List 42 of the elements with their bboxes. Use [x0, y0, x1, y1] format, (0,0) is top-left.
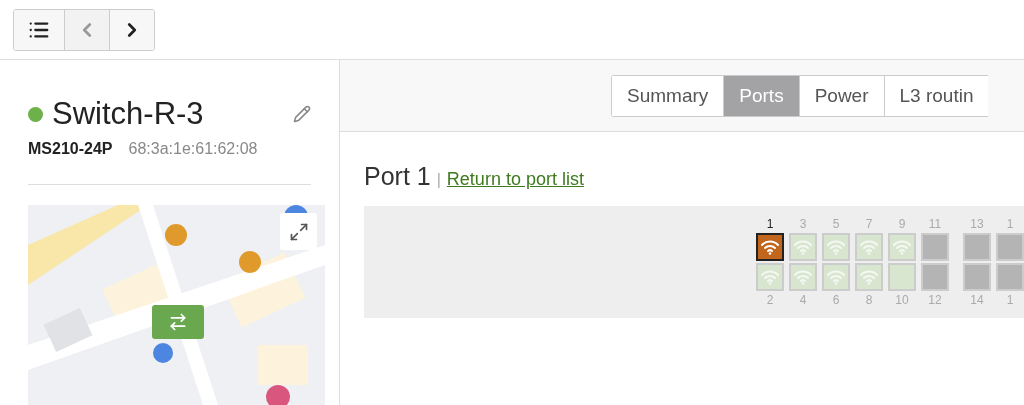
separator: | [436, 171, 441, 189]
port-number: 12 [928, 293, 942, 307]
wifi-icon [859, 239, 879, 255]
list-view-button[interactable] [14, 9, 64, 50]
port-number: 1 [766, 217, 774, 231]
mac-address: 68:3a:1e:61:62:08 [128, 140, 258, 158]
port-number: 9 [898, 217, 906, 231]
port-number: 1 [1006, 217, 1014, 231]
switch-marker[interactable] [152, 305, 204, 339]
device-name: Switch-R-3 [52, 96, 205, 132]
wifi-icon [826, 239, 846, 255]
tab[interactable]: Power [798, 75, 884, 116]
port-number: 2 [766, 293, 774, 307]
expand-icon [288, 221, 309, 242]
arrows-icon [168, 312, 188, 332]
wifi-icon [892, 239, 912, 255]
device-model: MS210-24P [28, 140, 113, 158]
port-number: 13 [970, 217, 984, 231]
port-number: 11 [928, 217, 942, 231]
edit-icon[interactable] [293, 105, 311, 123]
port-number: 6 [832, 293, 840, 307]
port-number: 8 [865, 293, 873, 307]
tab[interactable]: L3 routin [883, 75, 989, 116]
wifi-icon [826, 269, 846, 285]
wifi-icon [793, 239, 813, 255]
port-title: Port 1 [364, 162, 431, 191]
wifi-icon [760, 269, 780, 285]
expand-button[interactable] [280, 213, 317, 250]
port-number: 4 [799, 293, 807, 307]
port-number: 5 [832, 217, 840, 231]
wifi-icon [859, 269, 879, 285]
wifi-icon [760, 239, 780, 255]
port-number: 3 [799, 217, 807, 231]
next-button[interactable] [109, 9, 154, 50]
port-number: 1 [1006, 293, 1014, 307]
tab[interactable]: Summary [612, 75, 724, 116]
port[interactable] [756, 233, 784, 261]
port-number: 14 [970, 293, 984, 307]
port-number: 7 [865, 217, 873, 231]
port-number: 10 [895, 293, 909, 307]
wifi-icon [793, 269, 813, 285]
return-link[interactable]: Return to port list [446, 169, 584, 190]
